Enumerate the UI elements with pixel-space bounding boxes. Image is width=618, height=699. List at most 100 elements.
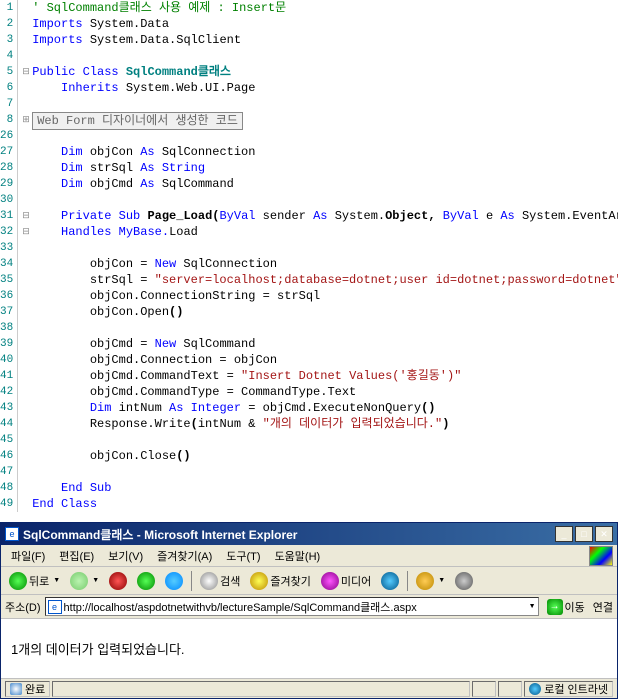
done-icon [10,683,22,695]
code-line[interactable] [22,48,618,64]
status-bar: 완료 로컬 인트라넷 [1,678,617,698]
code-line[interactable]: Dim objCon As SqlConnection [22,144,618,160]
line-number: 31 [0,208,17,224]
code-line[interactable]: ' SqlCommand클래스 사용 예제 : Insert문 [22,0,618,16]
code-line[interactable] [22,240,618,256]
line-number: 33 [0,240,17,256]
code-line[interactable]: objCmd.CommandType = CommandType.Text [22,384,618,400]
titlebar: e SqlCommand클래스 - Microsoft Internet Exp… [1,523,617,545]
output-text: 1개의 데이터가 입력되었습니다. [11,642,185,657]
code-line[interactable]: strSql = "server=localhost;database=dotn… [22,272,618,288]
code-line[interactable]: Inherits System.Web.UI.Page [22,80,618,96]
code-line[interactable]: End Class [22,496,618,512]
url-input[interactable]: e http://localhost/aspdotnetwithvb/lectu… [45,597,539,616]
code-line[interactable]: Imports System.Data [22,16,618,32]
windows-logo-icon [589,546,613,566]
mail-icon [416,572,434,590]
code-line[interactable]: objCmd = New SqlCommand [22,336,618,352]
code-line[interactable]: Dim intNum As Integer = objCmd.ExecuteNo… [22,400,618,416]
code-line[interactable]: objCon.Close() [22,448,618,464]
forward-icon [70,572,88,590]
code-line[interactable]: objCmd.CommandText = "Insert Dotnet Valu… [22,368,618,384]
close-button[interactable]: ✕ [595,526,613,542]
line-number: 30 [0,192,17,208]
stop-icon [109,572,127,590]
line-number: 45 [0,432,17,448]
media-icon [321,572,339,590]
search-icon [200,572,218,590]
media-button[interactable]: 미디어 [317,570,375,592]
page-content: 1개의 데이터가 입력되었습니다. [1,619,617,678]
home-button[interactable] [161,570,187,592]
search-button[interactable]: 검색 [196,570,244,592]
address-label: 주소(D) [5,599,41,615]
refresh-icon [137,572,155,590]
code-line[interactable]: Response.Write(intNum & "개의 데이터가 입력되었습니다… [22,416,618,432]
line-number: 5 [0,64,17,80]
menu-item[interactable]: 보기(V) [102,546,149,566]
code-line[interactable]: Imports System.Data.SqlClient [22,32,618,48]
url-text: http://localhost/aspdotnetwithvb/lecture… [64,599,527,615]
line-number: 27 [0,144,17,160]
gutter: 1234567826272829303132333435363738394041… [0,0,18,512]
code-line[interactable]: ⊞Web Form 디자이너에서 생성한 코드 [22,112,618,128]
status-left: 완료 [5,681,50,697]
line-number: 32 [0,224,17,240]
stop-button[interactable] [105,570,131,592]
minimize-button[interactable]: _ [555,526,573,542]
forward-button[interactable]: ▼ [66,570,103,592]
code-line[interactable]: objCon.ConnectionString = strSql [22,288,618,304]
code-line[interactable]: objCmd.Connection = objCon [22,352,618,368]
line-number: 44 [0,416,17,432]
code-line[interactable]: ⊟ Handles MyBase.Load [22,224,618,240]
code-line[interactable]: End Sub [22,480,618,496]
home-icon [165,572,183,590]
menu-item[interactable]: 도구(T) [220,546,266,566]
line-number: 41 [0,368,17,384]
code-line[interactable] [22,192,618,208]
code-line[interactable]: Dim strSql As String [22,160,618,176]
line-number: 48 [0,480,17,496]
go-button[interactable]: →이동 [543,598,589,616]
favorites-button[interactable]: 즐겨찾기 [246,570,314,592]
code-line[interactable]: objCon.Open() [22,304,618,320]
code-line[interactable] [22,128,618,144]
line-number: 38 [0,320,17,336]
line-number: 26 [0,128,17,144]
line-number: 28 [0,160,17,176]
code-line[interactable] [22,320,618,336]
code-line[interactable]: Dim objCmd As SqlCommand [22,176,618,192]
refresh-button[interactable] [133,570,159,592]
print-icon [455,572,473,590]
code-line[interactable]: objCon = New SqlConnection [22,256,618,272]
menu-item[interactable]: 도움말(H) [269,546,327,566]
history-button[interactable] [377,570,403,592]
menu-item[interactable]: 즐겨찾기(A) [151,546,218,566]
code-line[interactable] [22,464,618,480]
star-icon [250,572,268,590]
line-number: 49 [0,496,17,512]
status-zone: 로컬 인트라넷 [524,681,613,697]
menu-item[interactable]: 파일(F) [5,546,51,566]
links-label[interactable]: 연결 [593,599,613,615]
line-number: 35 [0,272,17,288]
code-line[interactable] [22,96,618,112]
maximize-button[interactable]: □ [575,526,593,542]
print-button[interactable] [451,570,477,592]
line-number: 34 [0,256,17,272]
back-button[interactable]: 뒤로 ▼ [5,570,64,592]
line-number: 46 [0,448,17,464]
mail-button[interactable]: ▼ [412,570,449,592]
code-line[interactable]: ⊟ Private Sub Page_Load(ByVal sender As … [22,208,618,224]
line-number: 3 [0,32,17,48]
code-line[interactable]: ⊟Public Class SqlCommand클래스 [22,64,618,80]
line-number: 29 [0,176,17,192]
history-icon [381,572,399,590]
menu-item[interactable]: 편집(E) [53,546,100,566]
chevron-down-icon[interactable]: ▼ [529,603,536,610]
code-editor: 1234567826272829303132333435363738394041… [0,0,618,512]
code-body[interactable]: ' SqlCommand클래스 사용 예제 : Insert문Imports S… [18,0,618,512]
line-number: 47 [0,464,17,480]
page-icon: e [48,600,62,614]
code-line[interactable] [22,432,618,448]
